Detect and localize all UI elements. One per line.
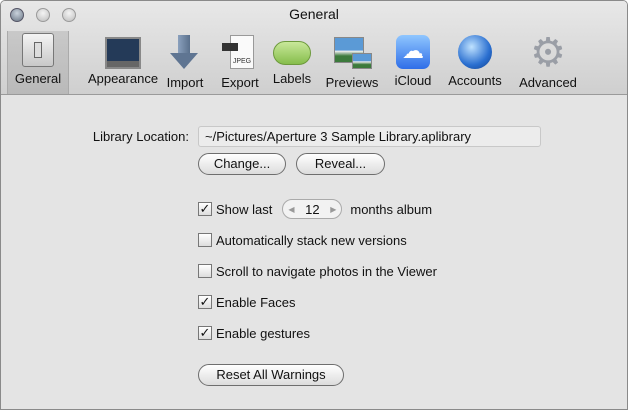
option-row: ✓ Enable Faces (198, 293, 296, 311)
tab-label: iCloud (394, 73, 432, 88)
previews-icon (334, 35, 372, 71)
tab-import[interactable]: Import (159, 33, 211, 93)
show-last-label: Show last (216, 201, 273, 217)
scroll-navigate-checkbox[interactable] (198, 264, 212, 278)
tab-advanced[interactable]: ⚙ Advanced (513, 33, 583, 93)
reset-warnings-button[interactable]: Reset All Warnings (198, 364, 344, 386)
option-label: Enable gestures (216, 325, 310, 341)
show-last-checkbox[interactable]: ✓ (198, 202, 212, 216)
library-location-label: Library Location: (92, 129, 189, 144)
tab-label: Import (166, 75, 204, 90)
preferences-window: General General Appearance Import JPEG E… (0, 0, 628, 410)
tab-icloud[interactable]: ☁ iCloud (389, 33, 437, 93)
months-stepper[interactable]: ◀ 12 ▶ (282, 199, 343, 219)
tab-appearance[interactable]: Appearance (73, 33, 173, 93)
increment-arrow-icon[interactable]: ▶ (330, 205, 336, 214)
tab-label: Export (221, 75, 259, 90)
months-value: 12 (305, 201, 320, 217)
jpeg-export-icon: JPEG (222, 35, 258, 71)
option-label: Scroll to navigate photos in the Viewer (216, 263, 437, 279)
jpeg-text: JPEG (230, 35, 254, 69)
months-album-label: months album (350, 201, 433, 217)
tab-general[interactable]: General (7, 31, 69, 94)
gear-icon: ⚙ (530, 31, 566, 75)
enable-faces-checkbox[interactable]: ✓ (198, 295, 212, 309)
tab-label: Labels (272, 71, 312, 86)
tab-label: Accounts (448, 73, 502, 88)
show-last-row: ✓ Show last ◀ 12 ▶ months album (198, 199, 433, 219)
option-label: Automatically stack new versions (216, 232, 407, 248)
tab-accounts[interactable]: Accounts (443, 33, 507, 93)
option-row: ✓ Enable gestures (198, 324, 310, 342)
switch-icon (22, 33, 54, 67)
icloud-icon: ☁ (396, 35, 430, 69)
change-button[interactable]: Change... (198, 153, 286, 175)
toolbar: General General Appearance Import JPEG E… (1, 1, 627, 95)
auto-stack-checkbox[interactable] (198, 233, 212, 247)
window-icon (105, 37, 141, 69)
globe-icon (458, 35, 492, 69)
library-path-field[interactable]: ~/Pictures/Aperture 3 Sample Library.apl… (198, 126, 541, 147)
tab-label: Appearance (87, 71, 159, 86)
tab-labels[interactable]: Labels (267, 33, 317, 93)
option-label: Enable Faces (216, 294, 296, 310)
option-row: Automatically stack new versions (198, 231, 407, 249)
tab-label: General (14, 71, 62, 86)
tab-label: Advanced (519, 75, 577, 90)
label-pill-icon (273, 41, 311, 65)
down-arrow-icon (167, 35, 203, 71)
tab-previews[interactable]: Previews (321, 33, 383, 93)
option-row: Scroll to navigate photos in the Viewer (198, 262, 437, 280)
enable-gestures-checkbox[interactable]: ✓ (198, 326, 212, 340)
tab-export[interactable]: JPEG Export (215, 33, 265, 93)
window-title: General (289, 6, 339, 22)
tab-label: Previews (325, 75, 379, 90)
reveal-button[interactable]: Reveal... (296, 153, 385, 175)
decrement-arrow-icon[interactable]: ◀ (288, 205, 294, 214)
